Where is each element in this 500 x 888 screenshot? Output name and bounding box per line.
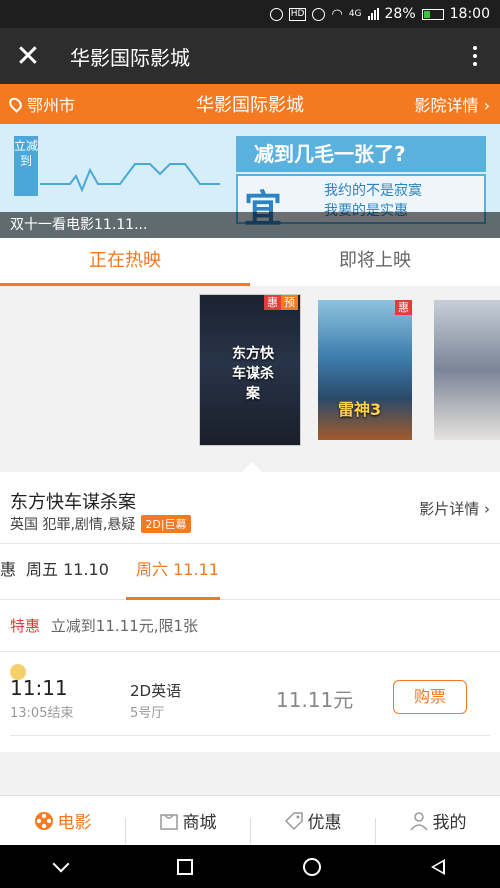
showtime-language: 2D英语 [130,682,182,700]
bottom-nav: 电影 商城 优惠 我的 [0,795,500,845]
selection-pointer [242,462,262,472]
nav-label: 我的 [432,813,467,833]
cinema-detail-label: 影院详情 [414,96,479,115]
banner-badge: 立减到 [14,136,38,196]
chevron-right-icon: › [483,96,490,115]
poster-thor-3[interactable]: 惠 雷神3 [318,300,412,440]
battery-icon [421,8,444,20]
date-discount-badge: 惠 [0,560,17,579]
city-label: 鄂州市 [27,96,76,115]
more-dot-icon [473,54,477,58]
wifi-icon: ◠ [331,6,343,22]
clock: 18:00 [449,6,490,22]
promo-banner[interactable]: 立减到 减到几毛一张了? 宜 我约的不是寂寞 我要的是实惠 双十一看电影11.1… [0,124,500,238]
discount-badge: 惠 [395,300,412,315]
close-icon: ✕ [15,38,41,74]
back-button[interactable] [431,858,445,875]
more-dot-icon [473,46,477,50]
buy-ticket-button[interactable]: 购票 [393,680,467,714]
showtime-row: 11:11 13:05结束 2D英语 5号厅 11.11元 购票 [0,652,500,752]
signal-icon [367,8,379,20]
movie-tabs: 正在热映 即将上映 [0,238,500,286]
movie-genre: 英国 犯罪,剧情,悬疑 [10,517,136,533]
close-button[interactable]: ✕ [0,28,56,84]
movie-meta: 英国 犯罪,剧情,悬疑 2D|巨幕 [10,514,191,534]
coupon-tag-icon [284,811,303,830]
nav-label: 电影 [57,813,92,833]
more-menu-button[interactable] [450,28,500,84]
poster-title: 雷神3 [338,400,382,419]
nav-item-coupons[interactable]: 优惠 [250,808,375,844]
shopping-bag-icon [159,813,178,830]
tab-now-showing[interactable]: 正在热映 [0,238,250,286]
banner-line-1: 我约的不是寂寞 [324,183,422,199]
showtime-price: 11.11元 [276,688,354,712]
location-pin-icon [6,95,25,113]
recent-apps-button[interactable] [177,858,193,875]
more-dot-icon [473,62,477,66]
chevron-right-icon: › [484,500,490,518]
format-badge: 2D|巨幕 [141,515,191,533]
network-label: 4G [348,9,362,19]
film-detail-label: 影片详情 [419,500,480,518]
user-icon [409,811,428,830]
film-reel-icon [34,811,53,830]
cinema-detail-link[interactable]: 影院详情 › [350,92,500,116]
discount-badge: 惠 [264,295,281,310]
eye-icon [312,7,326,21]
promo-row: 特惠 立减到11.11元,限1张 [0,600,500,652]
battery-percent: 28% [384,6,416,22]
showtime-start: 11:11 [10,676,68,700]
presale-badge: 预 [281,295,298,310]
date-tab-sat[interactable]: 周六 11.11 [126,544,220,600]
movie-title: 东方快车谋杀案 [10,492,136,513]
nav-label: 商城 [182,813,217,833]
nav-item-shop[interactable]: 商城 [125,808,250,844]
status-bar: HD ◠ 4G 28% 18:00 [0,0,500,28]
nav-item-me[interactable]: 我的 [375,808,500,844]
city-selector[interactable]: 鄂州市 [0,92,150,116]
system-nav-bar [0,845,500,888]
hide-keyboard-icon[interactable] [52,855,70,872]
showtime-hall: 5号厅 [130,706,165,721]
date-tab-fri[interactable]: 周五 11.10 [26,544,109,600]
promo-label: 特惠 [10,617,41,635]
heartbeat-icon [40,163,220,193]
film-detail-link[interactable]: 影片详情 › [419,498,490,519]
divider [10,735,490,736]
nav-item-movies[interactable]: 电影 [0,808,125,833]
promo-text: 立减到11.11元,限1张 [50,617,199,635]
app-header: ✕ 华影国际影城 [0,28,500,84]
home-button[interactable] [303,857,321,876]
alarm-icon [269,7,283,21]
poster-carousel[interactable]: 惠 预 东方快车谋杀案 惠 雷神3 [0,286,500,472]
page-title: 华影国际影城 [70,45,190,70]
tab-coming-soon[interactable]: 即将上映 [250,238,500,286]
movie-info: 东方快车谋杀案 英国 犯罪,剧情,悬疑 2D|巨幕 影片详情 › [0,472,500,544]
nav-label: 优惠 [307,813,342,833]
hd-icon: HD [288,7,307,21]
poster-third-movie[interactable] [434,300,500,440]
poster-title: 东方快车谋杀案 [232,346,274,402]
showtime-end: 13:05结束 [10,706,74,721]
cinema-bar: 鄂州市 华影国际影城 影院详情 › [0,84,500,124]
cinema-name: 华影国际影城 [196,95,304,116]
poster-murder-orient-express[interactable]: 惠 预 东方快车谋杀案 [199,294,301,446]
banner-caption: 双十一看电影11.11... [0,212,500,238]
date-selector: 周五 11.10 周六 11.11 惠 [0,544,500,600]
banner-headline: 减到几毛一张了? [236,136,486,172]
